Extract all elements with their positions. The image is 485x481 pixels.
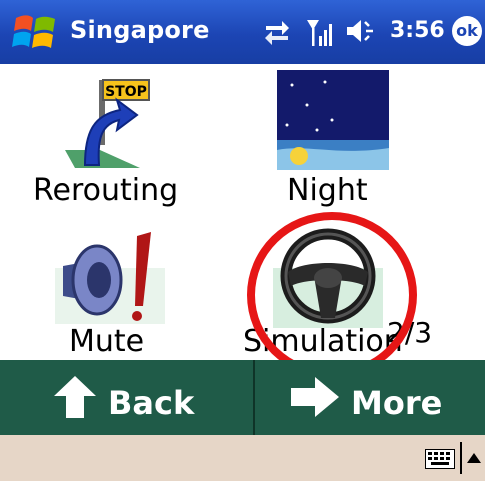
- back-label: Back: [108, 384, 195, 422]
- back-button[interactable]: Back: [0, 360, 252, 435]
- caret-up-icon[interactable]: [466, 452, 482, 464]
- connectivity-icon[interactable]: [262, 14, 292, 48]
- windows-start-icon[interactable]: [12, 12, 58, 54]
- clock-time[interactable]: 3:56: [390, 18, 445, 43]
- ok-button[interactable]: ok: [452, 16, 482, 46]
- tile-label: Night: [287, 173, 368, 208]
- arrow-up-icon: [54, 376, 96, 418]
- more-label: More: [351, 384, 443, 422]
- tile-label: Rerouting: [33, 173, 179, 208]
- arrow-right-icon: [291, 377, 339, 417]
- app-title: Singapore: [70, 16, 210, 44]
- rerouting-icon: STOP: [55, 70, 155, 170]
- highlight-annotation-circle: [247, 212, 417, 378]
- tile-rerouting[interactable]: STOP Rerouting: [30, 70, 210, 210]
- tile-mute[interactable]: Mute: [55, 228, 195, 359]
- stop-sign-text: STOP: [105, 84, 147, 100]
- volume-icon[interactable]: [345, 14, 379, 48]
- input-panel-separator: [460, 442, 462, 474]
- tile-night[interactable]: Night: [265, 70, 415, 210]
- night-icon: [277, 70, 389, 170]
- signal-strength-icon[interactable]: [305, 14, 335, 48]
- more-button[interactable]: More: [255, 360, 485, 435]
- title-bar: Singapore 3:56 ok: [0, 0, 485, 64]
- input-panel-bar: [0, 435, 485, 481]
- tile-label: Mute: [69, 324, 145, 359]
- mute-icon: [55, 232, 165, 324]
- keyboard-icon[interactable]: [425, 449, 455, 469]
